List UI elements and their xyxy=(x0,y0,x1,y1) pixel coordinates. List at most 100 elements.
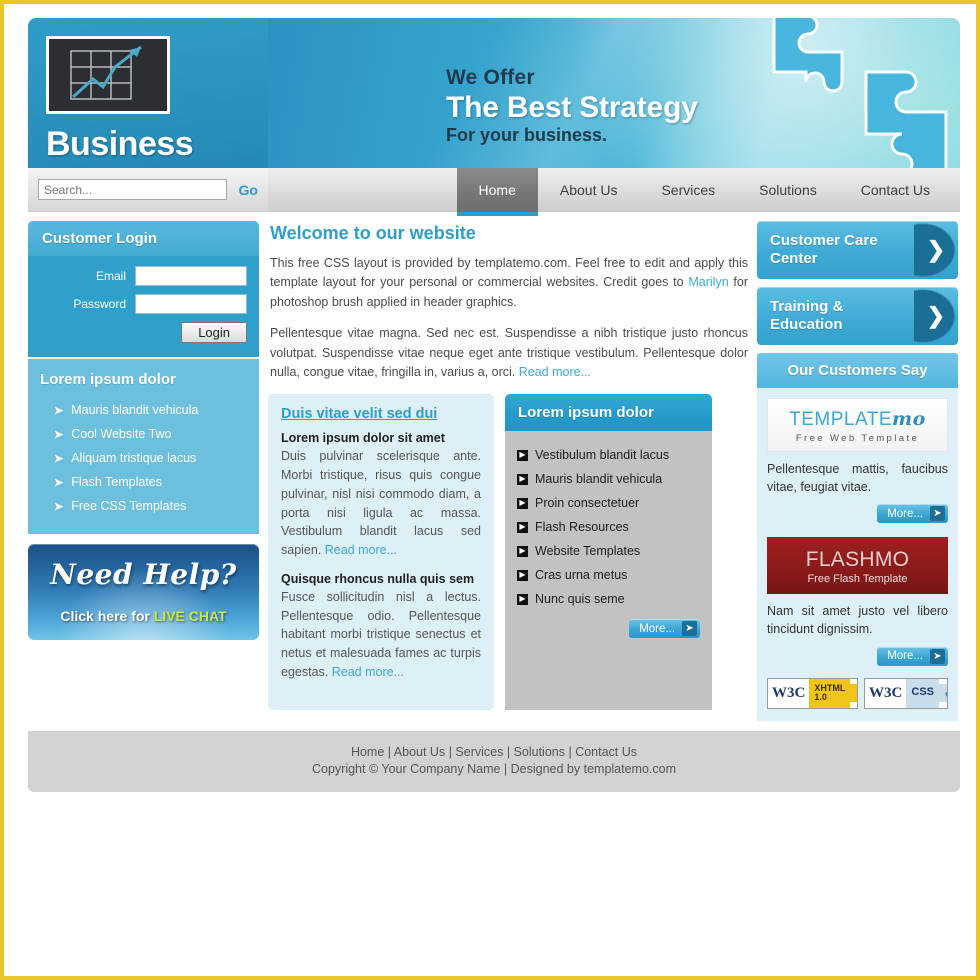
nav-item-contact-us[interactable]: Contact Us xyxy=(839,168,952,212)
footer-sep: | xyxy=(445,744,456,759)
w3c-xhtml-line2: 1.0 xyxy=(814,692,827,702)
square-arrow-icon: ▶ xyxy=(517,521,528,533)
article-subtitle-1: Lorem ipsum dolor sit amet xyxy=(281,431,445,446)
list-box-body: ▶ Vestibulum blandit lacus ▶ Mauris blan… xyxy=(505,431,712,650)
list-item[interactable]: ▶ Vestibulum blandit lacus xyxy=(517,443,700,467)
testimonial-quote-2: Nam sit amet justo vel libero tincidunt … xyxy=(767,604,948,637)
sidebar-item-1[interactable]: ➤ Cool Website Two xyxy=(40,422,247,446)
sidebar-item-label: Cool Website Two xyxy=(71,427,172,441)
check-icon: ✔ xyxy=(939,684,948,702)
chevron-right-icon: ➤ xyxy=(54,500,64,513)
arrow-right-icon: ➤ xyxy=(930,506,945,522)
site-footer: Home | About Us | Services | Solutions |… xyxy=(28,730,960,792)
banner-line-1: We Offer xyxy=(446,66,535,89)
email-row: Email xyxy=(40,266,247,286)
page-frame: Business We Offer The Best Strategy For … xyxy=(0,0,980,980)
customers-say-heading: Our Customers Say xyxy=(757,353,958,388)
logo-area[interactable]: Business xyxy=(28,18,268,168)
live-chat-banner[interactable]: Need Help? Click here for LIVE CHAT xyxy=(28,544,259,640)
list-item-label: Flash Resources xyxy=(535,520,629,535)
w3c-xhtml-badge[interactable]: W3C XHTML 1.0 ✔ xyxy=(767,677,859,709)
need-help-text: Need Help? xyxy=(50,558,237,591)
footer-link-solutions[interactable]: Solutions xyxy=(514,745,565,759)
marilyn-link[interactable]: Marilyn xyxy=(688,275,728,289)
login-title: Customer Login xyxy=(28,221,259,256)
article-body-2: Fusce sollicitudin nisl a lectus. Pellen… xyxy=(281,588,481,682)
list-item[interactable]: ▶ Nunc quis seme xyxy=(517,587,700,611)
email-field[interactable] xyxy=(135,266,247,286)
sidebar-item-label: Free CSS Templates xyxy=(71,499,187,513)
templatemo-tagline: Free Web Template xyxy=(795,433,920,444)
templatemo-accent: mo xyxy=(892,408,926,430)
password-label: Password xyxy=(73,297,126,311)
square-arrow-icon: ▶ xyxy=(517,473,528,485)
list-item[interactable]: ▶ Website Templates xyxy=(517,539,700,563)
testimonial-more-button-2[interactable]: More... ➤ xyxy=(877,646,948,666)
password-field[interactable] xyxy=(135,294,247,314)
chevron-right-icon: ➤ xyxy=(54,404,64,417)
search-input[interactable] xyxy=(38,179,227,200)
testimonial-more-button-1[interactable]: More... ➤ xyxy=(877,504,948,524)
left-sidebar: Customer Login Email Password Login Lore… xyxy=(28,221,259,640)
list-item[interactable]: ▶ Proin consectetuer xyxy=(517,491,700,515)
list-item[interactable]: ▶ Cras urna metus xyxy=(517,563,700,587)
site-wrapper: Business We Offer The Best Strategy For … xyxy=(28,18,960,792)
footer-links: Home | About Us | Services | Solutions |… xyxy=(28,745,960,759)
list-item[interactable]: ▶ Flash Resources xyxy=(517,515,700,539)
sidebar-item-0[interactable]: ➤ Mauris blandit vehicula xyxy=(40,398,247,422)
validation-badges: W3C XHTML 1.0 ✔ W3C CSS xyxy=(767,677,948,709)
w3c-css-badge[interactable]: W3C CSS ✔ xyxy=(864,677,948,709)
welcome-p1-a: This free CSS layout is provided by temp… xyxy=(270,256,748,290)
testimonial-quote-1: Pellentesque mattis, faucibus vitae, feu… xyxy=(767,462,948,495)
cta-customer-care-center[interactable]: Customer Care Center ❯ xyxy=(757,221,958,279)
login-button[interactable]: Login xyxy=(181,322,247,343)
cta-training-education[interactable]: Training & Education ❯ xyxy=(757,287,958,345)
w3c-xhtml-tag: XHTML 1.0 xyxy=(809,678,851,708)
article-box-title[interactable]: Duis vitae velit sed dui xyxy=(281,406,481,422)
square-arrow-icon: ▶ xyxy=(517,569,528,581)
nav-item-home[interactable]: Home xyxy=(456,168,539,216)
article-read-more-2[interactable]: Read more... xyxy=(332,665,404,679)
nav-item-solutions[interactable]: Solutions xyxy=(737,168,839,212)
site-header: Business We Offer The Best Strategy For … xyxy=(28,18,960,168)
live-chat-highlight: LIVE CHAT xyxy=(153,608,227,624)
footer-link-contact-us[interactable]: Contact Us xyxy=(575,745,637,759)
password-row: Password xyxy=(40,294,247,314)
sidebar-item-4[interactable]: ➤ Free CSS Templates xyxy=(40,494,247,518)
login-button-row: Login xyxy=(40,322,247,343)
right-sidebar: Customer Care Center ❯ Training & Educat… xyxy=(757,221,958,721)
search-go-button[interactable]: Go xyxy=(239,182,258,198)
more-label: More... xyxy=(887,650,923,662)
w3c-mark: W3C xyxy=(865,684,907,702)
footer-sep: | xyxy=(503,744,514,759)
nav-item-services[interactable]: Services xyxy=(639,168,737,212)
list-more-button[interactable]: More... ➤ xyxy=(629,619,700,639)
hero-banner: We Offer The Best Strategy For your busi… xyxy=(268,18,960,168)
customer-login-box: Customer Login Email Password Login xyxy=(28,221,259,357)
footer-link-home[interactable]: Home xyxy=(351,745,384,759)
nav-item-about-us[interactable]: About Us xyxy=(538,168,640,212)
flashmo-tagline: Free Flash Template xyxy=(807,573,908,586)
square-arrow-icon: ▶ xyxy=(517,497,528,509)
sidebar-item-3[interactable]: ➤ Flash Templates xyxy=(40,470,247,494)
w3c-mark: W3C xyxy=(768,684,810,702)
read-more-link[interactable]: Read more... xyxy=(519,365,591,379)
list-item-label: Nunc quis seme xyxy=(535,592,625,607)
arrow-right-icon: ➤ xyxy=(930,648,945,664)
more-label: More... xyxy=(639,622,675,635)
banner-text: We Offer The Best Strategy For your busi… xyxy=(446,66,698,146)
article-text-1: Duis pulvinar scelerisque ante. Morbi tr… xyxy=(281,449,481,557)
footer-link-services[interactable]: Services xyxy=(455,745,503,759)
footer-link-about-us[interactable]: About Us xyxy=(394,745,445,759)
list-item[interactable]: ▶ Mauris blandit vehicula xyxy=(517,467,700,491)
sidebar-item-2[interactable]: ➤ Aliquam tristique lacus xyxy=(40,446,247,470)
chevron-right-icon: ❯ xyxy=(914,287,958,345)
login-form: Email Password Login xyxy=(28,256,259,357)
templatemo-logo: TEMPLATEmo Free Web Template xyxy=(767,398,948,452)
sidebar-item-label: Mauris blandit vehicula xyxy=(71,403,199,417)
arrow-right-icon: ➤ xyxy=(682,621,697,637)
list-item-label: Mauris blandit vehicula xyxy=(535,472,663,487)
article-read-more-1[interactable]: Read more... xyxy=(325,543,397,557)
flashmo-main: FLASH xyxy=(805,548,875,572)
list-item-label: Vestibulum blandit lacus xyxy=(535,448,670,463)
